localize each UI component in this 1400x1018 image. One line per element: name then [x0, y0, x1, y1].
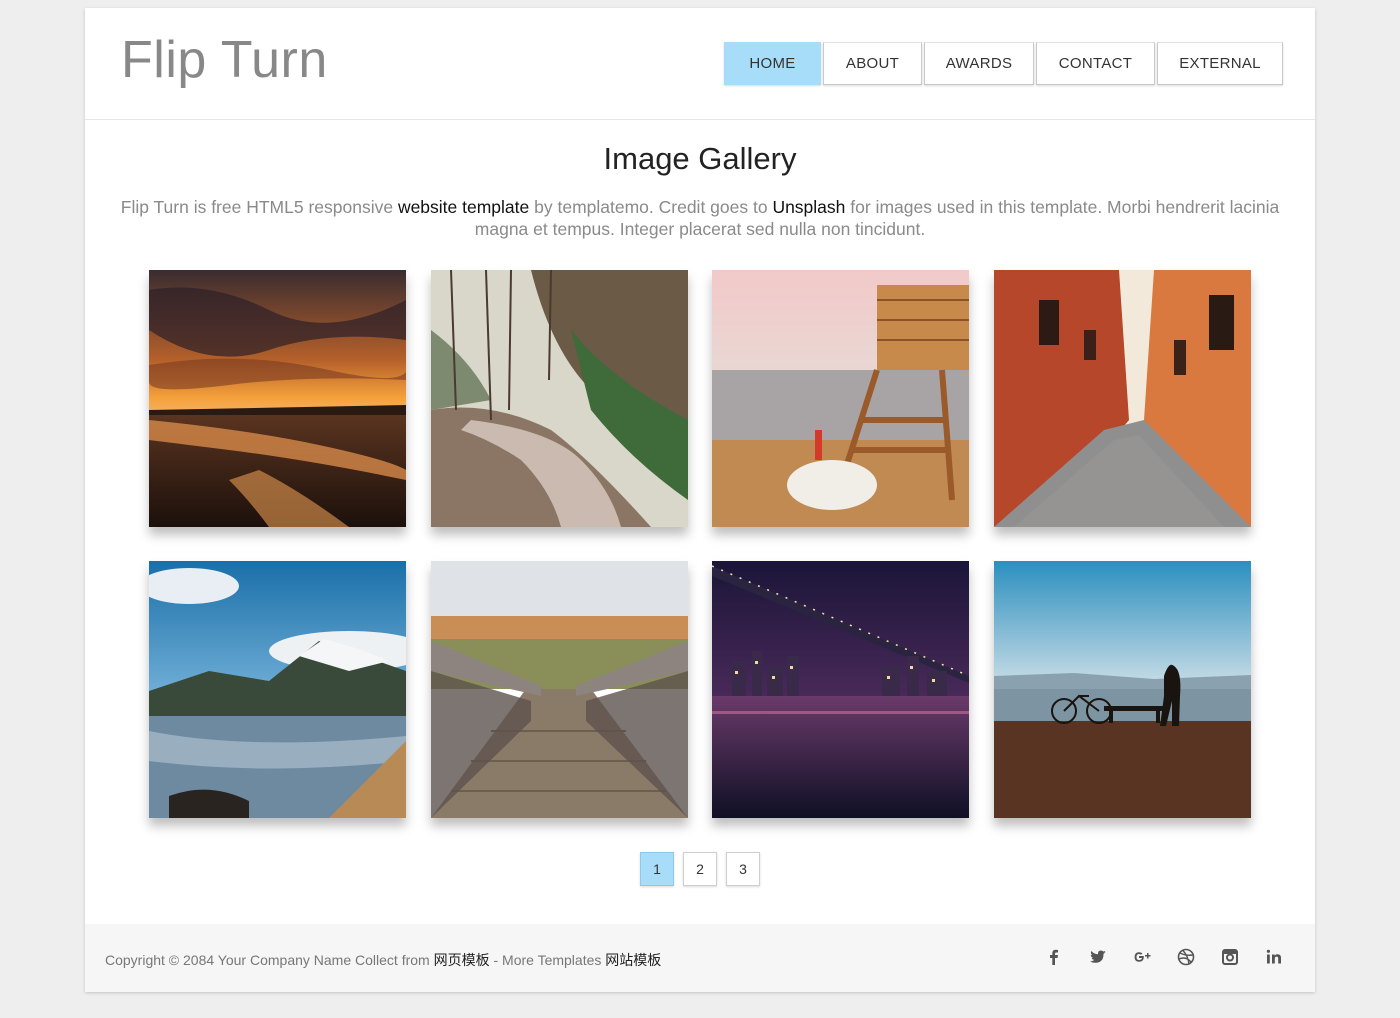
unsplash-link[interactable]: Unsplash — [772, 197, 845, 217]
instagram-icon[interactable] — [1219, 946, 1241, 968]
webpage-templates-link[interactable]: 网页模板 — [434, 952, 490, 968]
dribbble-icon[interactable] — [1175, 946, 1197, 968]
social-links — [1021, 946, 1285, 968]
copyright-text: Copyright © 2084 Your Company Name Colle… — [105, 950, 661, 970]
page-description: Flip Turn is free HTML5 responsive websi… — [110, 196, 1290, 240]
desc-text-1: Flip Turn is free HTML5 responsive — [120, 197, 398, 217]
copyright-main: Copyright © 2084 Your Company Name Colle… — [105, 952, 434, 968]
pagination: 1 2 3 — [640, 852, 769, 886]
nav-contact[interactable]: CONTACT — [1036, 42, 1155, 85]
gallery-image-sunset-beach[interactable] — [149, 270, 406, 527]
gallery-image-seaside-bench[interactable] — [994, 561, 1251, 818]
site-header: Flip Turn HOME ABOUT AWARDS CONTACT EXTE… — [85, 8, 1315, 120]
gallery-image-lifeguard-tower[interactable] — [712, 270, 969, 527]
desc-text-2: by templatemo. Credit goes to — [529, 197, 773, 217]
website-templates-link[interactable]: 网站模板 — [605, 952, 661, 968]
website-template-link[interactable]: website template — [398, 197, 529, 217]
page-3-button[interactable]: 3 — [726, 852, 760, 886]
nav-external[interactable]: EXTERNAL — [1157, 42, 1283, 85]
nav-awards[interactable]: AWARDS — [924, 42, 1034, 85]
nav-home[interactable]: HOME — [724, 42, 821, 85]
page-container: Flip Turn HOME ABOUT AWARDS CONTACT EXTE… — [85, 8, 1315, 992]
site-footer: Copyright © 2084 Your Company Name Colle… — [85, 924, 1315, 992]
site-logo[interactable]: Flip Turn — [121, 30, 328, 90]
linkedin-icon[interactable] — [1263, 946, 1285, 968]
gallery-image-narrow-alley[interactable] — [994, 270, 1251, 527]
gallery-image-city-bridge-night[interactable] — [712, 561, 969, 818]
nav-about[interactable]: ABOUT — [823, 42, 922, 85]
more-templates-text: - More Templates — [489, 952, 606, 968]
twitter-icon[interactable] — [1087, 946, 1109, 968]
gallery-image-mountain-lake[interactable] — [149, 561, 406, 818]
gallery-image-forest-road[interactable] — [431, 270, 688, 527]
page-1-button[interactable]: 1 — [640, 852, 674, 886]
google-plus-icon[interactable] — [1131, 946, 1153, 968]
gallery-image-wooden-bridge[interactable] — [431, 561, 688, 818]
page-title: Image Gallery — [603, 141, 797, 176]
facebook-icon[interactable] — [1043, 946, 1065, 968]
main-nav: HOME ABOUT AWARDS CONTACT EXTERNAL — [722, 42, 1283, 85]
page-2-button[interactable]: 2 — [683, 852, 717, 886]
